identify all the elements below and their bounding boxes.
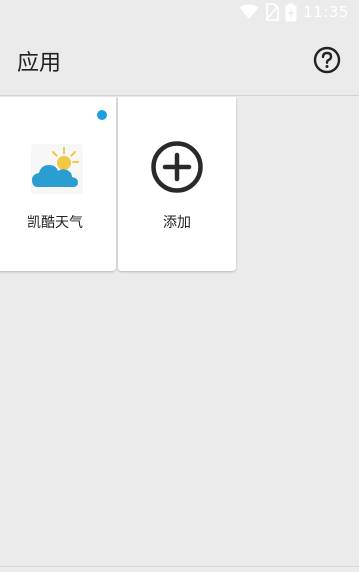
status-time: 11:35	[303, 3, 349, 21]
status-bar: 11:35	[0, 0, 359, 24]
add-app-tile[interactable]: 添加	[118, 97, 236, 271]
status-icons: 11:35	[239, 0, 349, 24]
help-circle-icon[interactable]	[313, 46, 341, 74]
weather-sun-cloud-icon	[31, 144, 83, 194]
battery-charging-icon	[285, 3, 297, 21]
app-bar: 应用	[0, 24, 359, 96]
divider	[0, 566, 359, 567]
add-circle-icon	[151, 141, 203, 193]
app-tile-weather[interactable]: 凯酷天气	[0, 97, 116, 271]
wifi-icon	[239, 4, 259, 19]
app-label: 添加	[163, 215, 191, 231]
no-sim-icon	[265, 3, 280, 21]
app-label: 凯酷天气	[27, 215, 83, 231]
unread-badge	[97, 110, 107, 120]
page-title: 应用	[17, 51, 62, 76]
